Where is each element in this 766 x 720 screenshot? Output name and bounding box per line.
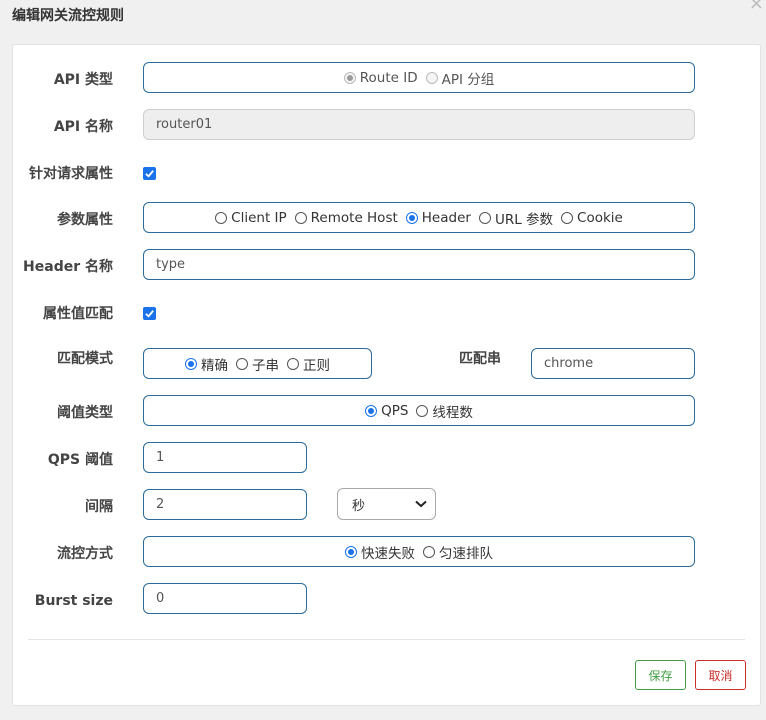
radio-icon — [405, 211, 418, 224]
footer-divider — [28, 639, 745, 640]
api-name-label: API 名称 — [53, 119, 113, 135]
checkmark-icon — [145, 310, 154, 318]
control-label: 流控方式 — [57, 546, 113, 562]
radio-icon — [561, 211, 574, 224]
match-str-label: 匹配串 — [459, 351, 501, 367]
param-attr-client-ip[interactable]: Client IP — [215, 210, 287, 226]
qps-count-label: QPS 阈值 — [47, 452, 113, 468]
header-name-input[interactable]: type — [143, 249, 695, 280]
interval-input[interactable]: 2 — [143, 489, 307, 520]
interval-unit-select[interactable]: 秒 — [337, 488, 436, 520]
param-attr-cookie[interactable]: Cookie — [561, 210, 623, 226]
radio-icon — [287, 357, 299, 370]
radio-icon — [343, 71, 356, 84]
param-attr-header[interactable]: Header — [405, 210, 471, 226]
match-flag-label: 属性值匹配 — [43, 306, 113, 322]
control-rate-limiter[interactable]: 匀速排队 — [423, 542, 493, 562]
cancel-button[interactable]: 取消 — [695, 660, 746, 690]
radio-icon — [416, 404, 429, 417]
param-attr-remote-host[interactable]: Remote Host — [294, 210, 398, 226]
close-icon[interactable]: × — [749, 0, 764, 14]
interval-label: 间隔 — [85, 499, 113, 515]
match-flag-checkbox[interactable] — [143, 307, 156, 320]
param-attr-group: Client IP Remote Host Header URL 参数 Cook… — [143, 202, 695, 233]
api-name-input[interactable]: router01 — [143, 109, 695, 140]
chevron-down-icon — [415, 500, 427, 508]
api-type-route-id[interactable]: Route ID — [343, 70, 418, 86]
match-mode-group: 精确 子串 正则 — [143, 348, 372, 379]
grade-qps[interactable]: QPS — [365, 403, 408, 419]
param-flag-checkbox[interactable] — [143, 167, 156, 180]
param-attr-label: 参数属性 — [57, 212, 113, 228]
param-attr-url-param[interactable]: URL 参数 — [478, 208, 553, 228]
api-type-label: API 类型 — [53, 72, 113, 88]
burst-label: Burst size — [34, 593, 113, 609]
match-mode-exact[interactable]: 精确 — [185, 354, 228, 374]
radio-icon — [345, 545, 357, 558]
form-panel: API 类型 Route ID API 分组 API 名称 router01 针… — [12, 44, 761, 706]
match-str-input[interactable]: chrome — [531, 348, 695, 379]
radio-icon — [365, 404, 378, 417]
checkmark-icon — [145, 170, 154, 178]
match-mode-label: 匹配模式 — [57, 351, 113, 367]
match-mode-substring[interactable]: 子串 — [236, 354, 279, 374]
radio-icon — [425, 71, 438, 84]
radio-icon — [294, 211, 307, 224]
radio-icon — [215, 211, 228, 224]
radio-icon — [423, 545, 435, 558]
qps-count-input[interactable]: 1 — [143, 442, 307, 473]
grade-threads[interactable]: 线程数 — [416, 401, 473, 421]
control-group: 快速失败 匀速排队 — [143, 536, 695, 567]
save-button[interactable]: 保存 — [635, 660, 686, 690]
param-flag-label: 针对请求属性 — [29, 166, 113, 182]
match-mode-regex[interactable]: 正则 — [287, 354, 330, 374]
header-name-label: Header 名称 — [23, 259, 113, 275]
dialog-title: 编辑网关流控规则 — [12, 8, 124, 24]
radio-icon — [236, 357, 248, 370]
control-fast-fail[interactable]: 快速失败 — [345, 542, 415, 562]
grade-label: 阈值类型 — [57, 405, 113, 421]
radio-icon — [478, 211, 491, 224]
api-type-api-group[interactable]: API 分组 — [425, 68, 494, 88]
radio-icon — [185, 357, 197, 370]
burst-input[interactable]: 0 — [143, 583, 307, 614]
api-type-group: Route ID API 分组 — [143, 62, 695, 93]
grade-group: QPS 线程数 — [143, 395, 695, 426]
